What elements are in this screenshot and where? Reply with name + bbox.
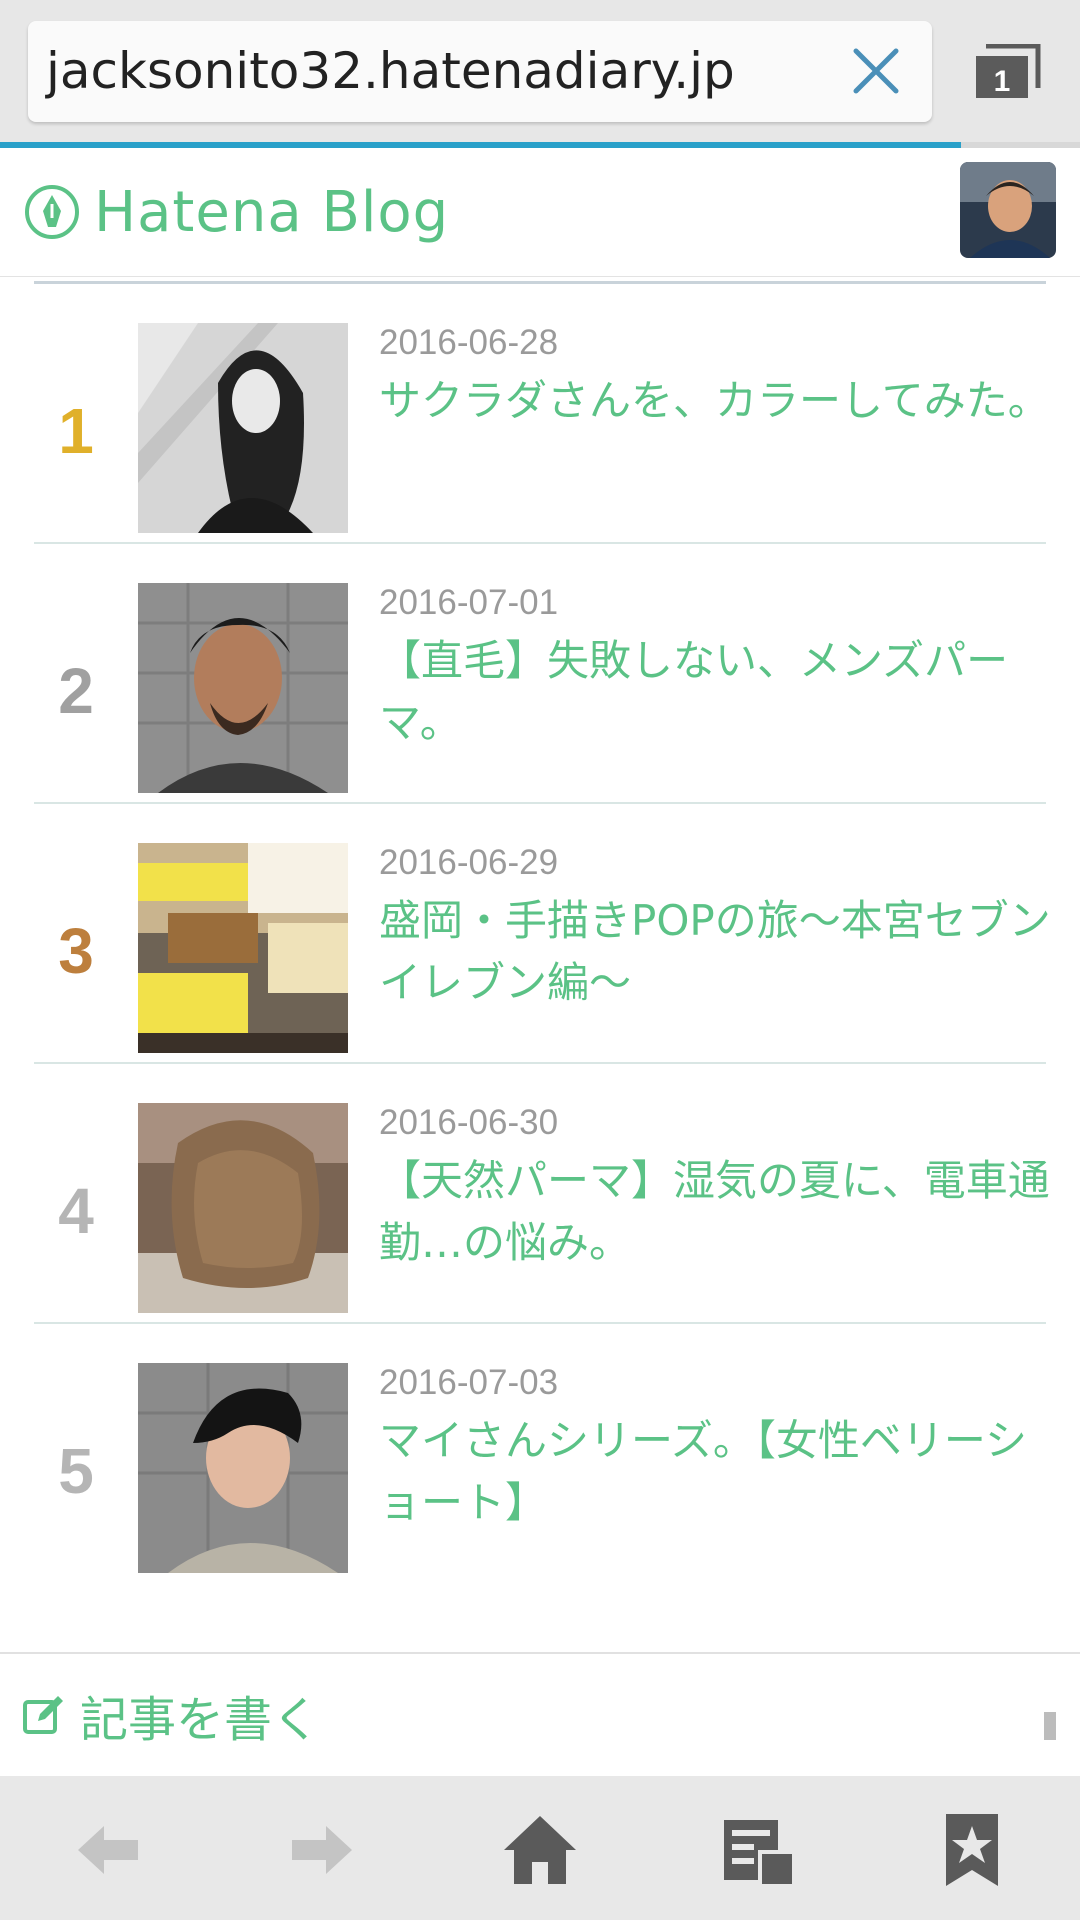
- write-bar: 記事を書く: [0, 1654, 1080, 1776]
- url-text[interactable]: jacksonito32.hatenadiary.jp: [46, 21, 735, 122]
- avatar[interactable]: [960, 162, 1056, 258]
- reader-icon[interactable]: [718, 1810, 798, 1890]
- post-title-link[interactable]: 盛岡・手描きPOPの旅〜本宮セブンイレブン編〜: [379, 890, 1059, 1014]
- write-post-button[interactable]: 記事を書く: [22, 1654, 320, 1776]
- address-bar[interactable]: jacksonito32.hatenadiary.jp: [28, 21, 932, 122]
- thumbnail-image[interactable]: [138, 843, 348, 1053]
- post-title-link[interactable]: マイさんシリーズ。【女性ベリーショート】: [379, 1410, 1059, 1534]
- thumbnail-image[interactable]: [138, 323, 348, 533]
- brand-name: Hatena Blog: [94, 179, 450, 245]
- post-title-link[interactable]: 【直毛】失敗しない、メンズパーマ。: [379, 630, 1059, 754]
- hatena-blog-logo[interactable]: Hatena Blog: [24, 179, 450, 245]
- tabs-icon[interactable]: 1: [972, 44, 1042, 100]
- list-item[interactable]: 1 2016-06-28 サクラダさんを、カラーしてみた。: [34, 284, 1050, 544]
- forward-arrow-icon[interactable]: [282, 1810, 362, 1890]
- write-post-label: 記事を書く: [80, 1692, 321, 1748]
- post-title-link[interactable]: 【天然パーマ】湿気の夏に、電車通勤…の悩み。: [379, 1150, 1059, 1274]
- post-title-link[interactable]: サクラダさんを、カラーしてみた。: [379, 370, 1059, 432]
- list-item[interactable]: 5 2016-07-03 マイさんシリーズ。【女性ベリーショート】: [34, 1324, 1046, 1584]
- edit-icon: [23, 1696, 63, 1734]
- tab-count: 1: [994, 65, 1011, 98]
- rank-number: 3: [58, 915, 94, 987]
- list-item[interactable]: 3 2016-06-29 盛岡・手描きPOPの旅〜本宮セブンイレブン編〜: [34, 804, 1051, 1064]
- bottom-toolbar: [0, 1776, 1080, 1920]
- thumbnail-image[interactable]: [138, 1363, 348, 1573]
- pen-nib-icon: [25, 185, 79, 239]
- post-date: 2016-07-01: [379, 583, 559, 622]
- back-arrow-icon[interactable]: [68, 1810, 148, 1890]
- rank-number: 4: [58, 1175, 94, 1247]
- post-date: 2016-06-30: [379, 1103, 559, 1142]
- rank-number: 2: [58, 655, 94, 727]
- thumbnail-image[interactable]: [138, 583, 348, 793]
- bookmark-star-icon[interactable]: [932, 1810, 1012, 1890]
- list-item[interactable]: 4 2016-06-30 【天然パーマ】湿気の夏に、電車通勤…の悩み。: [34, 1064, 1050, 1324]
- browser-toolbar: jacksonito32.hatenadiary.jp 1: [0, 0, 1080, 145]
- list-item[interactable]: 2 2016-07-01 【直毛】失敗しない、メンズパーマ。: [34, 544, 1046, 804]
- scrollbar[interactable]: [1044, 1712, 1056, 1740]
- close-icon[interactable]: [848, 43, 904, 99]
- post-date: 2016-06-28: [379, 323, 559, 362]
- thumbnail-image[interactable]: [138, 1103, 348, 1313]
- post-date: 2016-06-29: [379, 843, 559, 882]
- home-icon[interactable]: [500, 1810, 580, 1890]
- blog-header: Hatena Blog: [0, 148, 1080, 277]
- rank-number: 1: [58, 395, 94, 467]
- post-date: 2016-07-03: [379, 1363, 559, 1402]
- rank-number: 5: [58, 1435, 94, 1507]
